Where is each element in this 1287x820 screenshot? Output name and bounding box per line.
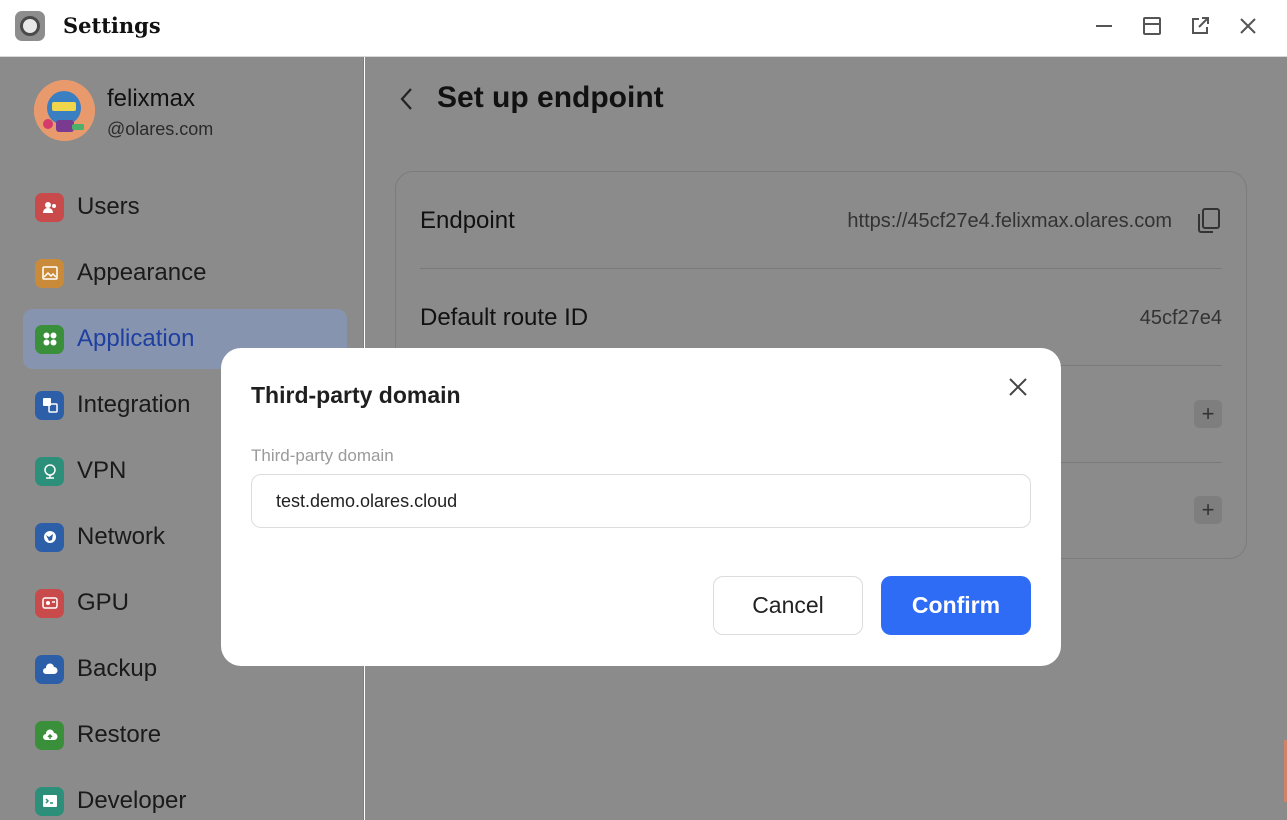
minimize-icon[interactable]	[1092, 14, 1116, 38]
image-icon	[35, 258, 64, 288]
page-title: Set up endpoint	[437, 81, 664, 114]
integration-icon	[35, 390, 64, 420]
copy-icon[interactable]	[1194, 206, 1222, 234]
sidebar-item-label: Network	[77, 523, 166, 550]
close-icon[interactable]	[1236, 14, 1260, 38]
settings-app-icon	[15, 11, 45, 41]
title-bar: Settings	[0, 0, 1287, 57]
cancel-button[interactable]: Cancel	[713, 576, 863, 635]
sidebar-item-label: Backup	[77, 655, 158, 682]
sidebar-item-label: Application	[77, 325, 195, 352]
endpoint-row: Endpoint https://45cf27e4.felixmax.olare…	[420, 172, 1222, 269]
sidebar-item-label: Restore	[77, 721, 162, 748]
third-party-domain-input[interactable]	[251, 474, 1031, 528]
cloud-upload-icon	[35, 720, 64, 750]
dialog-title: Third-party domain	[251, 382, 461, 408]
endpoint-label: Endpoint	[420, 207, 515, 234]
field-label: Third-party domain	[251, 446, 394, 465]
back-chevron-icon[interactable]	[395, 85, 419, 113]
vpn-icon	[35, 456, 64, 486]
plus-icon[interactable]: +	[1194, 496, 1222, 524]
users-icon	[35, 192, 64, 222]
confirm-button[interactable]: Confirm	[881, 576, 1031, 635]
sidebar-item-label: VPN	[77, 457, 127, 484]
route-id-label: Default route ID	[420, 304, 589, 331]
sidebar-item-label: GPU	[77, 589, 130, 616]
close-icon[interactable]	[1006, 375, 1030, 399]
sidebar-item-developer[interactable]: Developer	[23, 771, 347, 820]
user-domain: @olares.com	[107, 119, 214, 139]
apps-icon	[35, 324, 64, 354]
terminal-icon	[35, 786, 64, 816]
plus-icon[interactable]: +	[1194, 400, 1222, 428]
sidebar-item-label: Integration	[77, 391, 191, 418]
gpu-icon	[35, 588, 64, 618]
external-open-icon[interactable]	[1188, 14, 1212, 38]
avatar[interactable]	[34, 80, 95, 141]
user-name: felixmax	[107, 85, 196, 112]
network-icon	[35, 522, 64, 552]
cloud-icon	[35, 654, 64, 684]
window-title: Settings	[63, 13, 161, 38]
sidebar-item-label: Developer	[77, 787, 187, 814]
sidebar-item-appearance[interactable]: Appearance	[23, 243, 347, 303]
endpoint-value: https://45cf27e4.felixmax.olares.com	[847, 210, 1172, 232]
sidebar-item-restore[interactable]: Restore	[23, 705, 347, 765]
sidebar-item-label: Appearance	[77, 259, 207, 286]
sidebar-item-label: Users	[77, 193, 140, 220]
sidebar-item-users[interactable]: Users	[23, 177, 347, 237]
maximize-icon[interactable]	[1140, 14, 1164, 38]
third-party-domain-dialog: Third-party domain Third-party domain Ca…	[221, 348, 1061, 666]
route-id-value: 45cf27e4	[1139, 307, 1222, 329]
